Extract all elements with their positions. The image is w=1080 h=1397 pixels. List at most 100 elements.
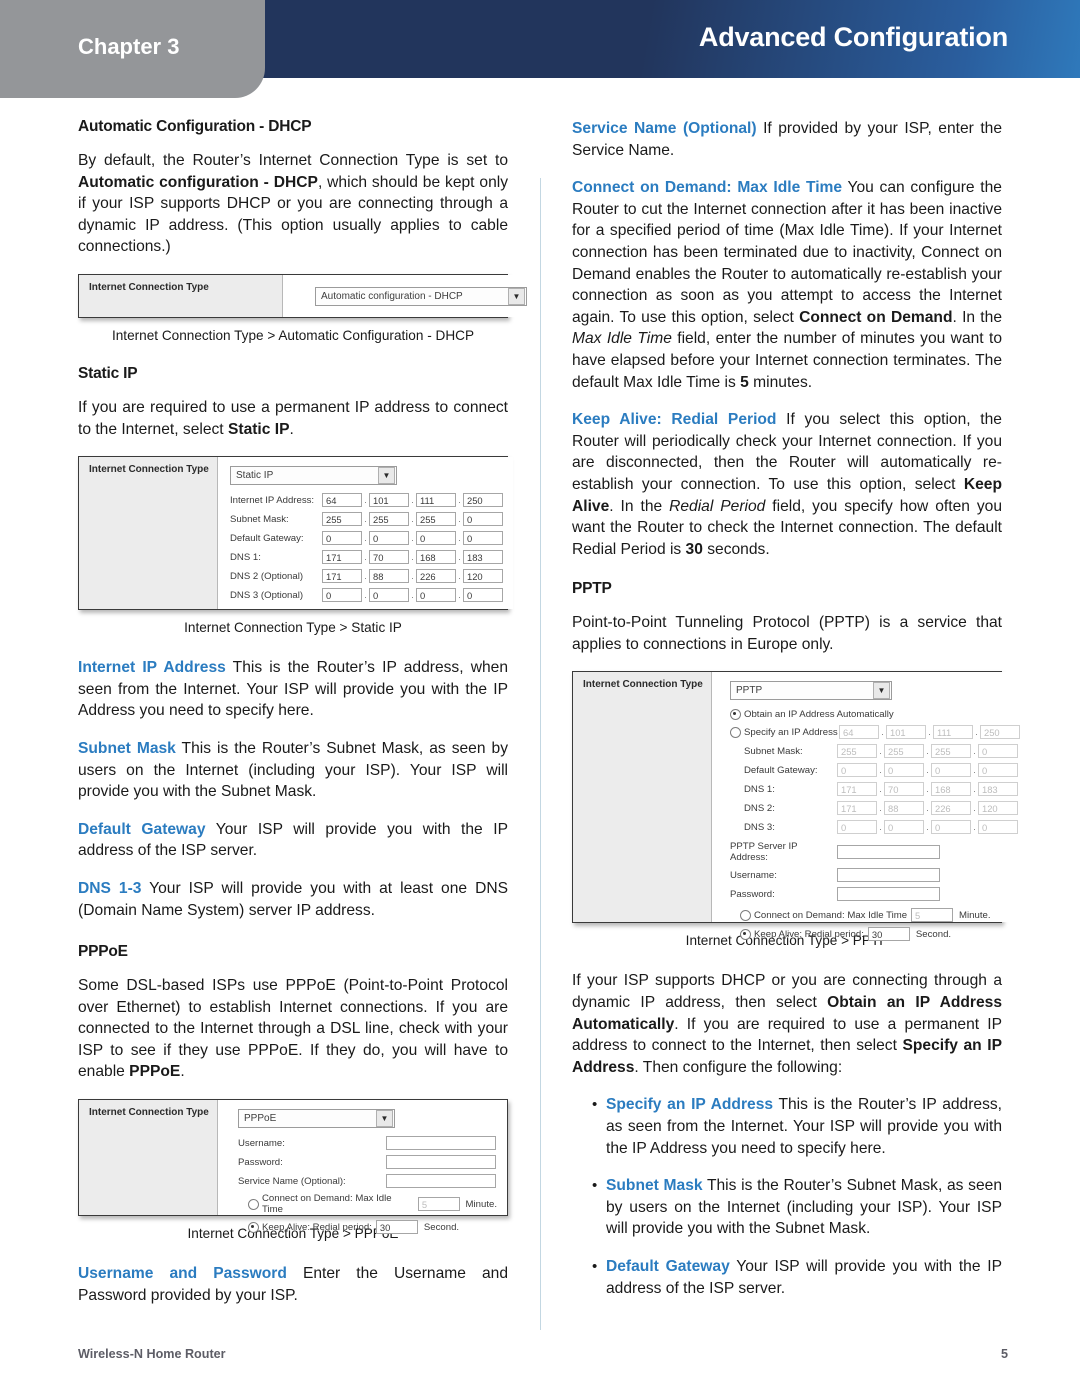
octet-input[interactable]: 255 — [369, 512, 409, 527]
figure-dhcp-connection-type-select[interactable]: Automatic configuration - DHCP ▼ — [315, 286, 527, 306]
radio-keep-alive[interactable] — [248, 1221, 259, 1233]
octet-input[interactable]: 226 — [931, 801, 971, 816]
text-cod-d: minutes. — [748, 373, 813, 391]
octet-separator: . — [973, 746, 976, 757]
octet-input[interactable]: 183 — [978, 782, 1018, 797]
octet-input[interactable]: 171 — [322, 569, 362, 584]
octet-input[interactable]: 0 — [463, 512, 503, 527]
password-input[interactable] — [837, 887, 940, 902]
figure-pppoe-screenshot: Internet Connection Type PPPoE ▼ Usernam… — [78, 1099, 508, 1235]
figure-pptp-keep-alive-row[interactable]: Keep Alive: Redial period: 30 Second. — [730, 927, 1020, 942]
octet-separator: . — [411, 495, 414, 506]
octet-input[interactable]: 0 — [322, 588, 362, 603]
chevron-down-icon[interactable]: ▼ — [376, 1110, 393, 1128]
figure-pptp-specify-ip-row[interactable]: Specify an IP Address 64. 101. 111. 250 — [730, 725, 1020, 740]
octet-input[interactable]: 226 — [416, 569, 456, 584]
term-subnet-mask: Subnet Mask — [606, 1177, 703, 1195]
figure-pppoe-password-row: Password: — [238, 1155, 497, 1170]
octet-input[interactable]: 0 — [837, 763, 877, 778]
octet-input[interactable]: 0 — [369, 588, 409, 603]
octet-group: 64. 101. 111. 250 — [839, 725, 1020, 740]
octet-input[interactable]: 0 — [884, 763, 924, 778]
chevron-down-icon[interactable]: ▼ — [873, 682, 890, 700]
octet-input[interactable]: 64 — [839, 725, 879, 740]
figure-static-panel-title: Internet Connection Type — [89, 464, 209, 476]
figure-pptp-obtain-auto-row[interactable]: Obtain an IP Address Automatically — [730, 709, 1020, 721]
octet-input[interactable]: 64 — [322, 493, 362, 508]
text-dhcp-intro-bold: Automatic configuration - DHCP — [78, 173, 318, 191]
octet-input[interactable]: 111 — [416, 493, 456, 508]
figure-dhcp-panel-title: Internet Connection Type — [89, 281, 209, 293]
octet-input[interactable]: 120 — [463, 569, 503, 584]
figure-pppoe-connect-on-demand-row[interactable]: Connect on Demand: Max Idle Time 5 Minut… — [238, 1193, 497, 1215]
octet-input[interactable]: 255 — [322, 512, 362, 527]
radio-connect-on-demand[interactable] — [740, 909, 751, 921]
octet-input[interactable]: 0 — [978, 763, 1018, 778]
username-input[interactable] — [837, 868, 940, 883]
octet-input[interactable]: 0 — [463, 531, 503, 546]
redial-period-input[interactable]: 30 — [375, 1220, 418, 1235]
octet-input[interactable]: 120 — [978, 801, 1018, 816]
octet-input[interactable]: 70 — [369, 550, 409, 565]
octet-input[interactable]: 0 — [837, 820, 877, 835]
octet-input[interactable]: 0 — [416, 531, 456, 546]
octet-input[interactable]: 0 — [978, 820, 1018, 835]
figure-pppoe-connection-type-select[interactable]: PPPoE ▼ — [238, 1109, 395, 1129]
text-static-bold: Static IP — [227, 420, 290, 438]
field-label-username: Username: — [238, 1137, 285, 1149]
octet-input[interactable]: 168 — [416, 550, 456, 565]
octet-input[interactable]: 0 — [931, 763, 971, 778]
octet-input[interactable]: 255 — [837, 744, 877, 759]
octet-input[interactable]: 0 — [931, 820, 971, 835]
radio-specify-ip-address[interactable] — [730, 726, 741, 738]
octet-input[interactable]: 171 — [322, 550, 362, 565]
max-idle-time-input[interactable]: 5 — [417, 1197, 460, 1212]
radio-connect-on-demand[interactable] — [248, 1198, 259, 1210]
octet-separator: . — [458, 590, 461, 601]
password-input[interactable] — [386, 1155, 496, 1170]
octet-input[interactable]: 0 — [369, 531, 409, 546]
octet-input[interactable]: 168 — [931, 782, 971, 797]
octet-input[interactable]: 255 — [416, 512, 456, 527]
username-input[interactable] — [386, 1136, 496, 1151]
octet-separator: . — [926, 822, 929, 833]
octet-input[interactable]: 101 — [369, 493, 409, 508]
octet-input[interactable]: 250 — [463, 493, 503, 508]
figure-static-row: Default Gateway: 0. 0. 0. 0 — [230, 531, 503, 546]
field-label: DNS 1: — [744, 783, 775, 795]
figure-pptp-connection-type-select[interactable]: PPTP ▼ — [730, 681, 892, 701]
octet-input[interactable]: 171 — [837, 801, 877, 816]
figure-pppoe-keep-alive-row[interactable]: Keep Alive: Redial period: 30 Second. — [238, 1220, 497, 1235]
figure-pppoe-select-value: PPPoE — [244, 1113, 277, 1125]
octet-input[interactable]: 111 — [933, 725, 973, 740]
octet-input[interactable]: 0 — [463, 588, 503, 603]
bullet-list: Specify an IP Address This is the Router… — [572, 1094, 1002, 1299]
octet-input[interactable]: 0 — [978, 744, 1018, 759]
octet-input[interactable]: 88 — [369, 569, 409, 584]
octet-input[interactable]: 250 — [980, 725, 1020, 740]
octet-input[interactable]: 88 — [884, 801, 924, 816]
octet-separator: . — [458, 552, 461, 563]
chevron-down-icon[interactable]: ▼ — [508, 287, 525, 305]
max-idle-time-input[interactable]: 5 — [911, 908, 954, 923]
radio-keep-alive[interactable] — [740, 928, 751, 940]
octet-input[interactable]: 0 — [322, 531, 362, 546]
pptp-server-ip-input[interactable] — [837, 845, 940, 860]
octet-input[interactable]: 255 — [931, 744, 971, 759]
octet-input[interactable]: 0 — [416, 588, 456, 603]
redial-period-input[interactable]: 30 — [867, 927, 910, 942]
octet-input[interactable]: 183 — [463, 550, 503, 565]
radio-obtain-ip-automatically[interactable] — [730, 709, 741, 721]
figure-pptp-connect-on-demand-row[interactable]: Connect on Demand: Max Idle Time 5 Minut… — [730, 908, 1020, 923]
octet-input[interactable]: 0 — [884, 820, 924, 835]
octet-input[interactable]: 171 — [837, 782, 877, 797]
service-name-input[interactable] — [386, 1174, 496, 1189]
field-label-password: Password: — [730, 888, 775, 900]
chevron-down-icon[interactable]: ▼ — [378, 467, 395, 485]
octet-input[interactable]: 101 — [886, 725, 926, 740]
octet-input[interactable]: 255 — [884, 744, 924, 759]
figure-static-connection-type-select[interactable]: Static IP ▼ — [230, 466, 397, 486]
octet-input[interactable]: 70 — [884, 782, 924, 797]
figure-dhcp-select-value: Automatic configuration - DHCP — [321, 290, 463, 302]
text-dhcp-intro-a: By default, the Router’s Internet Connec… — [78, 152, 508, 169]
